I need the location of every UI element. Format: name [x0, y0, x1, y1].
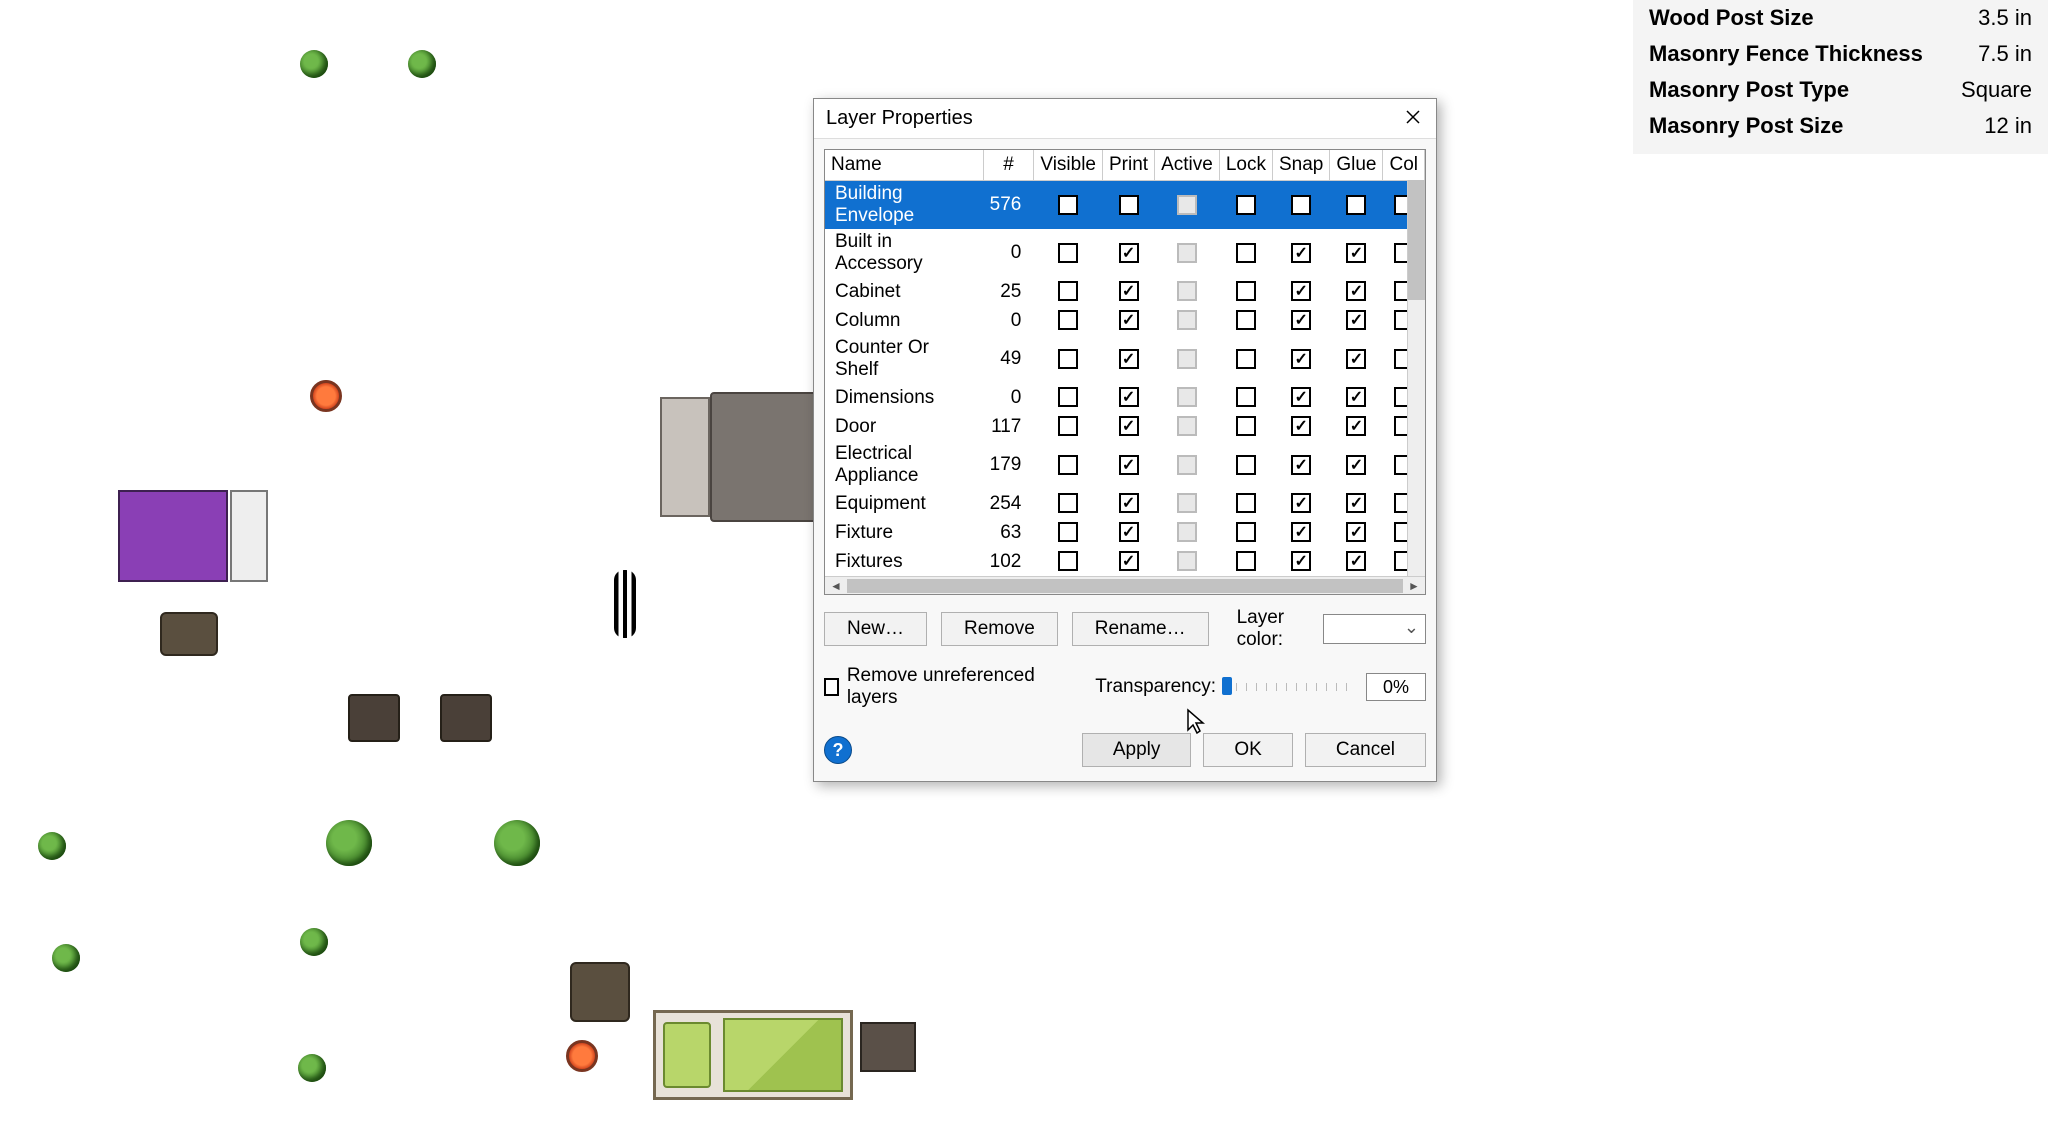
bed-shape[interactable] — [118, 490, 268, 582]
rename-button[interactable]: Rename… — [1072, 612, 1209, 646]
door-shape[interactable] — [614, 570, 636, 638]
plant-icon — [38, 832, 66, 860]
layer-row[interactable]: Cabinet25 — [825, 277, 1425, 306]
layer-table[interactable]: Name#VisiblePrintActiveLockSnapGlueCol B… — [824, 149, 1426, 595]
column-header[interactable]: # — [983, 150, 1034, 181]
cancel-button[interactable]: Cancel — [1305, 733, 1426, 767]
plant-icon — [494, 820, 540, 866]
new-button[interactable]: New… — [824, 612, 927, 646]
property-row: Wood Post Size3.5 in — [1649, 0, 2032, 36]
transparency-value: 0% — [1366, 673, 1426, 701]
layer-row[interactable]: Fixtures102 — [825, 547, 1425, 576]
transparency-slider[interactable] — [1226, 683, 1356, 691]
layer-row[interactable]: Door117 — [825, 412, 1425, 441]
transparency-label: Transparency: — [1095, 676, 1216, 698]
layer-row[interactable]: Building Envelope576 — [825, 181, 1425, 230]
property-row: Masonry Post TypeSquare — [1649, 72, 2032, 108]
column-header[interactable]: Col — [1383, 150, 1425, 181]
column-header[interactable]: Name — [825, 150, 983, 181]
property-row: Masonry Post Size12 in — [1649, 108, 2032, 144]
column-header[interactable]: Snap — [1272, 150, 1329, 181]
plant-icon — [298, 1054, 326, 1082]
remove-unreferenced-checkbox[interactable] — [824, 678, 839, 696]
desk-shape[interactable] — [860, 1022, 916, 1072]
dialog-title: Layer Properties — [814, 99, 1436, 139]
column-header[interactable]: Glue — [1330, 150, 1383, 181]
layer-properties-dialog: Layer Properties Name#VisiblePrintActive… — [813, 98, 1437, 782]
layer-color-dropdown[interactable] — [1323, 614, 1426, 644]
armchair-shape[interactable] — [440, 694, 492, 742]
close-button[interactable] — [1398, 105, 1428, 129]
plant-icon — [326, 820, 372, 866]
firepit-icon — [310, 380, 342, 412]
chair-shape[interactable] — [160, 612, 218, 656]
armchair-shape[interactable] — [348, 694, 400, 742]
plant-icon — [300, 50, 328, 78]
column-header[interactable]: Visible — [1034, 150, 1103, 181]
layer-row[interactable]: Electrical Appliance179 — [825, 441, 1425, 489]
apply-button[interactable]: Apply — [1082, 733, 1192, 767]
vertical-scrollbar[interactable] — [1407, 180, 1425, 576]
property-row: Masonry Fence Thickness7.5 in — [1649, 36, 2032, 72]
layer-row[interactable]: Column0 — [825, 306, 1425, 335]
layer-color-label: Layer color: — [1237, 607, 1310, 651]
ok-button[interactable]: OK — [1203, 733, 1292, 767]
remove-button[interactable]: Remove — [941, 612, 1058, 646]
layer-row[interactable]: Equipment254 — [825, 489, 1425, 518]
remove-unreferenced-label: Remove unreferenced layers — [847, 665, 1035, 709]
properties-panel: Wood Post Size3.5 inMasonry Fence Thickn… — [1633, 0, 2048, 154]
bed-shape[interactable] — [653, 1010, 853, 1100]
layer-row[interactable]: Dimensions0 — [825, 383, 1425, 412]
layer-row[interactable]: Built in Accessory0 — [825, 229, 1425, 277]
column-header[interactable]: Print — [1103, 150, 1155, 181]
plant-icon — [300, 928, 328, 956]
horizontal-scrollbar[interactable]: ◄► — [825, 576, 1425, 594]
layer-row[interactable]: Counter Or Shelf49 — [825, 335, 1425, 383]
plant-icon — [52, 944, 80, 972]
column-header[interactable]: Lock — [1219, 150, 1272, 181]
column-header[interactable]: Active — [1155, 150, 1220, 181]
firepit-icon — [566, 1040, 598, 1072]
chair-shape[interactable] — [570, 962, 630, 1022]
plant-icon — [408, 50, 436, 78]
layer-row[interactable]: Fixture63 — [825, 518, 1425, 547]
help-button[interactable]: ? — [824, 736, 852, 764]
